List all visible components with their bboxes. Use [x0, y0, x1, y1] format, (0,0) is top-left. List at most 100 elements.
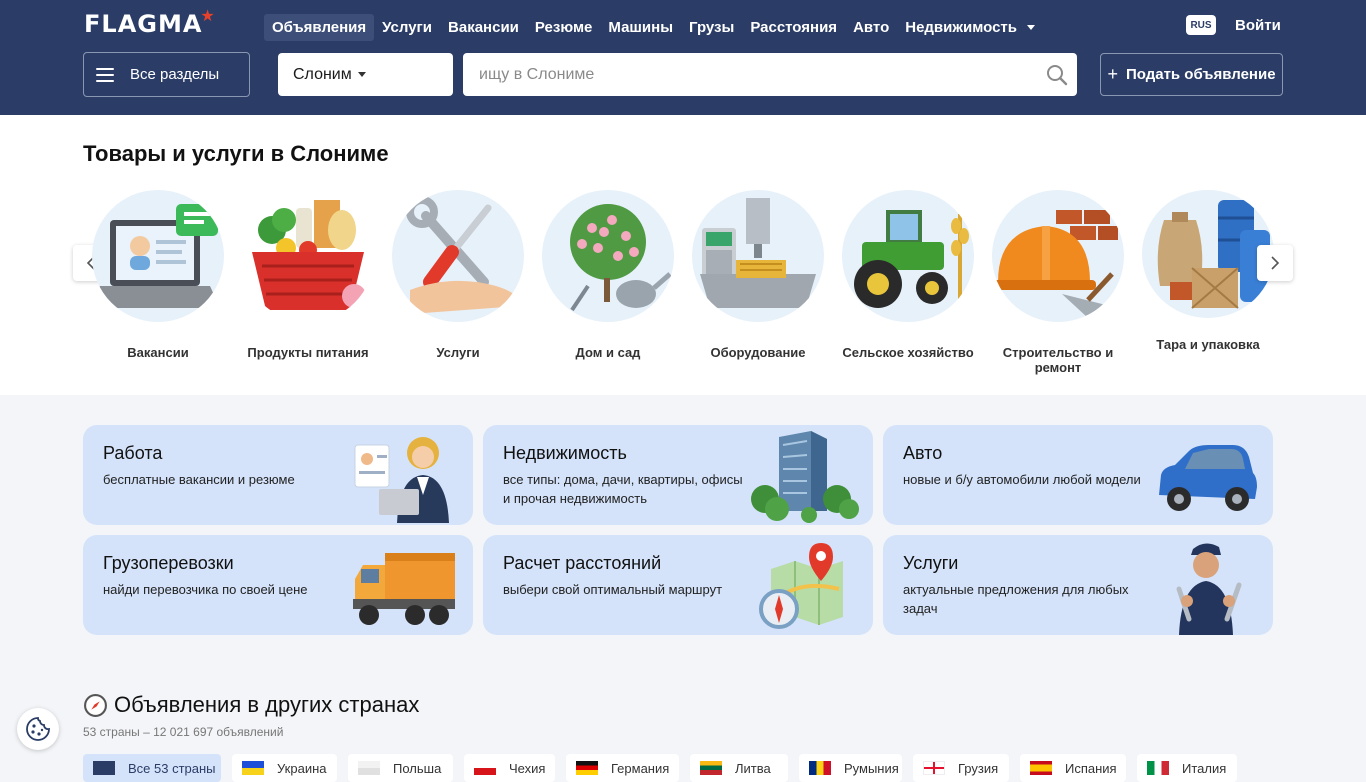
all-sections-label: Все разделы [130, 66, 220, 83]
country-chip-poland[interactable]: Польша [348, 754, 453, 782]
promo-card-auto[interactable]: Авто новые и б/у автомобили любой модели [883, 425, 1273, 525]
country-chip-lithuania[interactable]: Литва [690, 754, 788, 782]
nav-item-cargo[interactable]: Грузы [681, 14, 742, 41]
category-equipment[interactable]: Оборудование [683, 190, 833, 360]
tools-hand-icon [392, 190, 524, 322]
chevron-down-icon [1027, 25, 1036, 31]
country-chip-italy[interactable]: Италия [1137, 754, 1237, 782]
categories-section: Товары и услуги в Слониме Вакансии Проду… [0, 115, 1366, 395]
category-construction[interactable]: Строительство и ремонт [983, 190, 1133, 375]
country-chip-ukraine[interactable]: Украина [232, 754, 337, 782]
login-link[interactable]: Войти [1235, 17, 1281, 34]
flag-poland-icon [358, 761, 380, 775]
cookie-settings-button[interactable] [17, 708, 59, 750]
promo-title: Услуги [903, 553, 959, 573]
promo-card-services[interactable]: Услуги актуальные предложения для любых … [883, 535, 1273, 635]
promo-card-jobs[interactable]: Работа бесплатные вакансии и резюме [83, 425, 473, 525]
promo-desc: выбери свой оптимальный маршрут [503, 582, 723, 597]
all-sections-button[interactable]: Все разделы [83, 52, 250, 97]
category-label: Услуги [436, 345, 480, 360]
promo-title: Работа [103, 443, 163, 463]
country-chip-spain[interactable]: Испания [1020, 754, 1126, 782]
building-icon [749, 429, 859, 523]
compass-icon [83, 693, 108, 718]
garden-icon [542, 190, 674, 322]
car-icon [1149, 429, 1259, 523]
nav-item-machines[interactable]: Машины [600, 14, 681, 41]
country-chip-czech[interactable]: Чехия [464, 754, 555, 782]
promo-title: Грузоперевозки [103, 553, 234, 573]
post-ad-label: Подать объявление [1125, 66, 1276, 83]
nav-item-distances[interactable]: Расстояния [742, 14, 845, 41]
nav-item-realestate[interactable]: Недвижимость [897, 14, 1043, 41]
packaging-icon [1142, 190, 1274, 318]
chevron-down-icon [357, 72, 366, 77]
category-food[interactable]: Продукты питания [233, 190, 383, 360]
city-select-value: Слоним [293, 65, 352, 83]
cnc-machine-icon [692, 190, 824, 322]
category-label: Дом и сад [575, 345, 641, 360]
country-chip-label: Украина [277, 760, 327, 776]
flag-czech-icon [474, 761, 496, 775]
flag-italy-icon [1147, 761, 1169, 775]
language-switch[interactable]: RUS [1186, 15, 1216, 35]
flag-germany-icon [576, 761, 598, 775]
category-label: Сельское хозяйство [842, 345, 974, 360]
nav-item-auto[interactable]: Авто [845, 14, 897, 41]
country-chip-label: Испания [1065, 760, 1117, 776]
post-ad-button[interactable]: + Подать объявление [1100, 53, 1283, 96]
category-agriculture[interactable]: Сельское хозяйство [833, 190, 983, 360]
flag-georgia-icon [923, 761, 945, 775]
helmet-bricks-icon [992, 190, 1124, 322]
category-label: Продукты питания [247, 345, 369, 360]
nav-item-resumes[interactable]: Резюме [527, 14, 600, 41]
promo-title: Недвижимость [503, 443, 627, 463]
promo-title: Авто [903, 443, 943, 463]
promo-card-realestate[interactable]: Недвижимость все типы: дома, дачи, кварт… [483, 425, 873, 525]
tractor-icon [842, 190, 974, 322]
flag-romania-icon [809, 761, 831, 775]
section-title: Товары и услуги в Слониме [83, 141, 389, 166]
nav-item-vacancies[interactable]: Вакансии [440, 14, 527, 41]
star-icon: ★ [200, 8, 215, 25]
mechanic-icon [1149, 539, 1259, 635]
nav-item-ads[interactable]: Объявления [264, 13, 375, 41]
country-chip-label: Италия [1182, 760, 1227, 776]
laptop-resume-icon [92, 190, 224, 322]
nav-item-realestate-label: Недвижимость [905, 18, 1018, 36]
search-input[interactable] [463, 53, 1037, 96]
countries-subtitle: 53 страны – 12 021 697 объявлений [83, 725, 284, 739]
globe-flag-icon [93, 761, 115, 775]
promo-title: Расчет расстояний [503, 553, 662, 573]
city-select[interactable]: Слоним [278, 53, 453, 96]
countries-title: Объявления в других странах [83, 692, 419, 718]
logo-text: FLAGMA [84, 10, 203, 38]
country-chip-romania[interactable]: Румыния [799, 754, 902, 782]
nav-item-services[interactable]: Услуги [374, 14, 440, 41]
country-chip-label: Польша [393, 760, 442, 776]
truck-icon [349, 539, 459, 633]
country-chip-all[interactable]: Все 53 страны [83, 754, 221, 782]
category-label: Вакансии [127, 345, 189, 360]
category-vacancies[interactable]: Вакансии [83, 190, 233, 360]
flagma-logo[interactable]: FLAGMA ★ [84, 8, 215, 38]
plus-icon: + [1107, 64, 1118, 84]
category-label: Оборудование [710, 345, 806, 360]
chevron-right-icon [1271, 256, 1280, 270]
menu-icon [96, 67, 114, 82]
country-chip-georgia[interactable]: Грузия [913, 754, 1009, 782]
flag-spain-icon [1030, 761, 1052, 775]
category-home-garden[interactable]: Дом и сад [533, 190, 683, 360]
promo-desc: все типы: дома, дачи, квартиры, офисы и … [503, 472, 743, 506]
promo-card-cargo[interactable]: Грузоперевозки найди перевозчика по свое… [83, 535, 473, 635]
country-chip-germany[interactable]: Германия [566, 754, 679, 782]
businesswoman-icon [349, 429, 459, 523]
promo-card-distance[interactable]: Расчет расстояний выбери свой оптимальны… [483, 535, 873, 635]
search-icon[interactable] [1037, 53, 1077, 96]
promo-desc: бесплатные вакансии и резюме [103, 472, 295, 487]
carousel-next-button[interactable] [1257, 245, 1293, 281]
cookie-icon [26, 717, 50, 741]
promo-desc: новые и б/у автомобили любой модели [903, 472, 1141, 487]
category-services[interactable]: Услуги [383, 190, 533, 360]
promo-desc: найди перевозчика по своей цене [103, 582, 308, 597]
